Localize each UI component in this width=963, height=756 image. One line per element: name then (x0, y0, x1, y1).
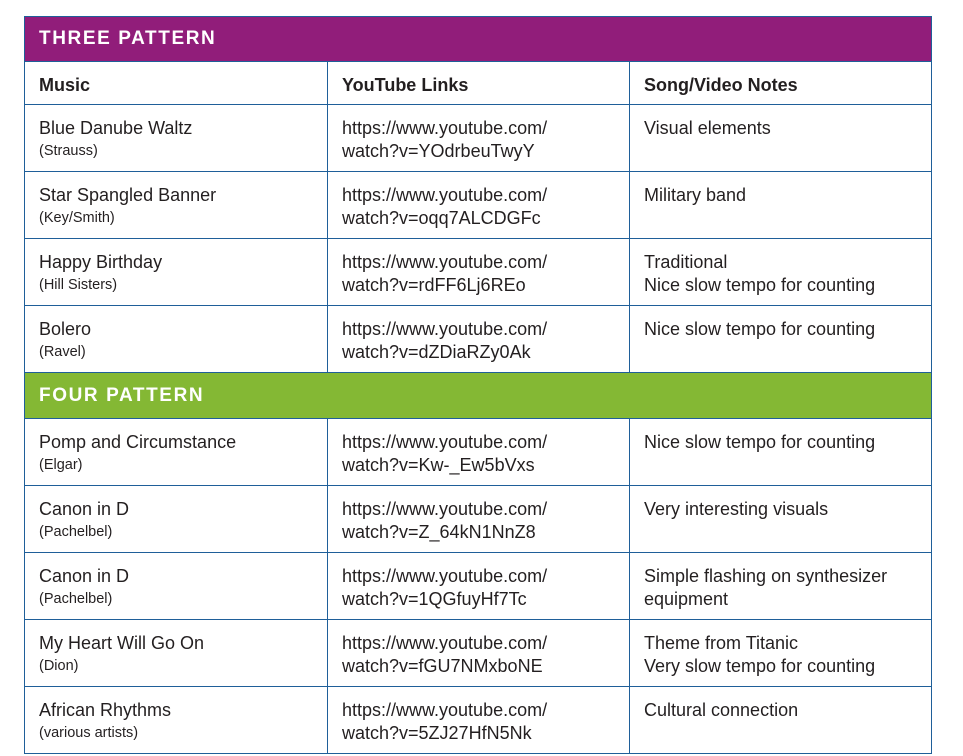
notes-cell: Simple flashing on synthesizer equipment (630, 553, 931, 619)
song-title: Canon in D (39, 499, 130, 519)
youtube-link[interactable]: https://www.youtube.com/watch?v=Z_64kN1N… (328, 486, 630, 552)
note-line: Nice slow tempo for counting (644, 275, 876, 295)
note-line: Simple flashing on synthesizer (644, 566, 888, 586)
youtube-link-text[interactable]: watch?v=oqq7ALCDGFc (342, 207, 615, 230)
song-title: My Heart Will Go On (39, 633, 205, 653)
notes-cell: Very interesting visuals (630, 486, 931, 552)
music-cell: Canon in D (Pachelbel) (25, 486, 328, 552)
music-cell: African Rhythms (various artists) (25, 687, 328, 753)
note-line: Nice slow tempo for counting (644, 432, 876, 452)
youtube-link-text[interactable]: https://www.youtube.com/ (342, 565, 615, 588)
composer: (Pachelbel) (39, 524, 113, 540)
music-cell: Pomp and Circumstance (Elgar) (25, 419, 328, 485)
youtube-link[interactable]: https://www.youtube.com/watch?v=rdFF6Lj6… (328, 239, 630, 305)
note-line: Theme from Titanic (644, 633, 799, 653)
notes-cell: Cultural connection (630, 687, 931, 753)
youtube-link-text[interactable]: https://www.youtube.com/ (342, 117, 615, 140)
youtube-link[interactable]: https://www.youtube.com/watch?v=fGU7NMxb… (328, 620, 630, 686)
note-line: Traditional (644, 252, 728, 272)
youtube-link-text[interactable]: https://www.youtube.com/ (342, 498, 615, 521)
notes-cell: Nice slow tempo for counting (630, 306, 931, 372)
notes-cell: Traditional Nice slow tempo for counting (630, 239, 931, 305)
song-title: Star Spangled Banner (39, 185, 217, 205)
notes-cell: Theme from Titanic Very slow tempo for co… (630, 620, 931, 686)
song-title: African Rhythms (39, 700, 172, 720)
music-cell: My Heart Will Go On (Dion) (25, 620, 328, 686)
note-line: Nice slow tempo for counting (644, 319, 876, 339)
youtube-link[interactable]: https://www.youtube.com/watch?v=1QGfuyHf… (328, 553, 630, 619)
youtube-link[interactable]: https://www.youtube.com/watch?v=Kw-_Ew5b… (328, 419, 630, 485)
music-cell: Canon in D (Pachelbel) (25, 553, 328, 619)
youtube-link-text[interactable]: https://www.youtube.com/ (342, 699, 615, 722)
column-header-music: Music (25, 62, 328, 104)
table-row: Blue Danube Waltz (Strauss) https://www.yo… (25, 105, 931, 172)
youtube-link-text[interactable]: https://www.youtube.com/ (342, 251, 615, 274)
song-title: Canon in D (39, 566, 130, 586)
table-row: Bolero (Ravel) https://www.youtube.com/wat… (25, 306, 931, 373)
table-row: African Rhythms (various artists) https://… (25, 687, 931, 754)
youtube-link-text[interactable]: https://www.youtube.com/ (342, 184, 615, 207)
youtube-link-text[interactable]: watch?v=Kw-_Ew5bVxs (342, 454, 615, 477)
table-row: Happy Birthday (Hill Sisters) https://www.… (25, 239, 931, 306)
song-title: Pomp and Circumstance (39, 432, 237, 452)
composer: (various artists) (39, 725, 139, 741)
note-line: Very interesting visuals (644, 499, 829, 519)
column-header-row: Music YouTube Links Song/Video Notes (25, 62, 931, 105)
youtube-link[interactable]: https://www.youtube.com/watch?v=5ZJ27HfN… (328, 687, 630, 753)
section-header-three-pattern: THREE PATTERN (25, 16, 931, 62)
table-row: Star Spangled Banner (Key/Smith) https://w… (25, 172, 931, 239)
youtube-link-text[interactable]: watch?v=dZDiaRZy0Ak (342, 341, 615, 364)
notes-cell: Nice slow tempo for counting (630, 419, 931, 485)
youtube-link-text[interactable]: watch?v=5ZJ27HfN5Nk (342, 722, 615, 745)
youtube-link-text[interactable]: https://www.youtube.com/ (342, 632, 615, 655)
composer: (Elgar) (39, 457, 83, 473)
youtube-link[interactable]: https://www.youtube.com/watch?v=oqq7ALCD… (328, 172, 630, 238)
section-title: FOUR PATTERN (39, 384, 205, 406)
section-rows-four-pattern: Pomp and Circumstance (Elgar) https://www.… (25, 419, 931, 754)
notes-cell: Military band (630, 172, 931, 238)
music-table: THREE PATTERN Music YouTube Links Song/V… (24, 16, 932, 754)
column-header-youtube-links: YouTube Links (328, 62, 630, 104)
note-line: Visual elements (644, 118, 771, 138)
section-rows-three-pattern: Blue Danube Waltz (Strauss) https://www.yo… (25, 105, 931, 373)
composer: (Hill Sisters) (39, 277, 118, 293)
section-header-four-pattern: FOUR PATTERN (25, 373, 931, 419)
note-line: equipment (644, 589, 729, 609)
song-title: Happy Birthday (39, 252, 163, 272)
table-row: Canon in D (Pachelbel) https://www.youtube… (25, 486, 931, 553)
composer: (Key/Smith) (39, 210, 115, 226)
youtube-link-text[interactable]: watch?v=1QGfuyHf7Tc (342, 588, 615, 611)
youtube-link-text[interactable]: watch?v=fGU7NMxboNE (342, 655, 615, 678)
note-line: Very slow tempo for counting (644, 656, 876, 676)
youtube-link-text[interactable]: watch?v=YOdrbeuTwyY (342, 140, 615, 163)
song-title: Blue Danube Waltz (39, 118, 193, 138)
music-cell: Star Spangled Banner (Key/Smith) (25, 172, 328, 238)
column-header-notes: Song/Video Notes (644, 75, 798, 95)
section-title: THREE PATTERN (39, 28, 217, 49)
composer: (Ravel) (39, 344, 86, 360)
youtube-link[interactable]: https://www.youtube.com/watch?v=dZDiaRZy… (328, 306, 630, 372)
table-row: Canon in D (Pachelbel) https://www.youtube… (25, 553, 931, 620)
note-line: Military band (644, 185, 747, 205)
song-title: Bolero (39, 319, 92, 339)
youtube-link-text[interactable]: https://www.youtube.com/ (342, 318, 615, 341)
composer: (Dion) (39, 658, 79, 674)
youtube-link-text[interactable]: watch?v=Z_64kN1NnZ8 (342, 521, 615, 544)
youtube-link[interactable]: https://www.youtube.com/watch?v=YOdrbeuT… (328, 105, 630, 171)
composer: (Strauss) (39, 143, 98, 159)
music-cell: Happy Birthday (Hill Sisters) (25, 239, 328, 305)
youtube-link-text[interactable]: watch?v=rdFF6Lj6REo (342, 274, 615, 297)
note-line: Cultural connection (644, 700, 799, 720)
music-cell: Blue Danube Waltz (Strauss) (25, 105, 328, 171)
composer: (Pachelbel) (39, 591, 113, 607)
music-cell: Bolero (Ravel) (25, 306, 328, 372)
youtube-link-text[interactable]: https://www.youtube.com/ (342, 431, 615, 454)
table-row: My Heart Will Go On (Dion) https://www.you… (25, 620, 931, 687)
table-row: Pomp and Circumstance (Elgar) https://www.… (25, 419, 931, 486)
notes-cell: Visual elements (630, 105, 931, 171)
